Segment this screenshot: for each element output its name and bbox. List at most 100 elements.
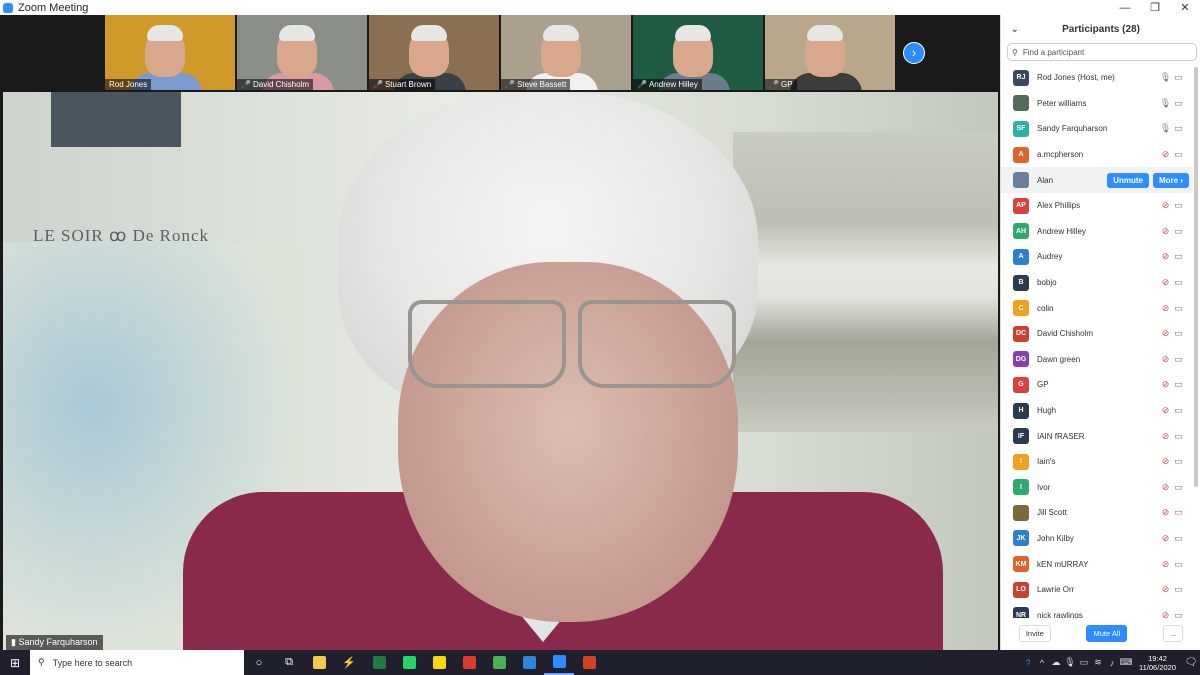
- excel-icon[interactable]: [364, 650, 394, 675]
- participant-row[interactable]: DC David Chisholm ⊘ ▭: [1001, 321, 1193, 347]
- mic-muted-icon[interactable]: ⊘: [1159, 251, 1172, 262]
- participant-thumbnail[interactable]: 🎤 Steve Bassett: [501, 15, 631, 90]
- file-explorer-icon[interactable]: [304, 650, 334, 675]
- participant-row[interactable]: H Hugh ⊘ ▭: [1001, 398, 1193, 424]
- participant-thumbnail[interactable]: 🎤 Andrew Hilley: [633, 15, 763, 90]
- mic-muted-icon[interactable]: ⊘: [1159, 431, 1172, 442]
- participant-row[interactable]: Jill Scott ⊘ ▭: [1001, 500, 1193, 526]
- close-button[interactable]: ✕: [1170, 1, 1200, 14]
- camera-icon[interactable]: ▭: [1172, 379, 1185, 390]
- camera-icon[interactable]: ▭: [1172, 405, 1185, 416]
- mic-icon[interactable]: 🎙︎: [1159, 98, 1172, 109]
- g-app-icon[interactable]: [454, 650, 484, 675]
- collapse-chevron-icon[interactable]: ⌄: [1011, 24, 1019, 35]
- windows-start-icon[interactable]: ⊞: [0, 656, 30, 670]
- mic-muted-icon[interactable]: ⊘: [1159, 482, 1172, 493]
- participant-row[interactable]: A Audrey ⊘ ▭: [1001, 244, 1193, 270]
- camera-icon[interactable]: ▭: [1172, 328, 1185, 339]
- more-button[interactable]: More ›: [1153, 172, 1189, 188]
- onedrive-icon[interactable]: ☁: [1049, 657, 1063, 668]
- whatsapp-icon[interactable]: [394, 650, 424, 675]
- mic-muted-icon[interactable]: ⊘: [1159, 559, 1172, 570]
- volume-icon[interactable]: ♪: [1105, 658, 1119, 668]
- mic-muted-icon[interactable]: ⊘: [1159, 277, 1172, 288]
- minimize-button[interactable]: —: [1110, 2, 1140, 14]
- participant-row[interactable]: I Iain's ⊘ ▭: [1001, 449, 1193, 475]
- help-icon[interactable]: ?: [1021, 658, 1035, 668]
- system-clock[interactable]: 19:42 11/06/2020: [1139, 654, 1176, 672]
- camera-icon[interactable]: ▭: [1172, 482, 1185, 493]
- chrome-icon[interactable]: [484, 650, 514, 675]
- camera-icon[interactable]: ▭: [1172, 226, 1185, 237]
- participant-list-scrollbar[interactable]: [1194, 67, 1198, 487]
- participant-row[interactable]: G GP ⊘ ▭: [1001, 372, 1193, 398]
- mic-muted-icon[interactable]: ⊘: [1159, 328, 1172, 339]
- participant-row[interactable]: SF Sandy Farquharson 🎙︎ ▭: [1001, 116, 1193, 142]
- camera-icon[interactable]: ▭: [1172, 123, 1185, 134]
- camera-off-icon[interactable]: ▭: [1172, 507, 1185, 518]
- participant-search-input[interactable]: ⚲ Find a participant: [1007, 43, 1197, 61]
- mic-muted-icon[interactable]: ⊘: [1159, 533, 1172, 544]
- camera-icon[interactable]: ▭: [1172, 98, 1185, 109]
- participant-thumbnail[interactable]: 🎤 GP: [765, 15, 895, 90]
- camera-icon[interactable]: ▭: [1172, 251, 1185, 262]
- participant-row[interactable]: Bbobjo ⊘ ▭: [1001, 270, 1193, 296]
- participant-row[interactable]: RJ Rod Jones (Host, me) 🎙︎ ▭: [1001, 65, 1193, 91]
- powerpoint-icon[interactable]: [574, 650, 604, 675]
- invite-button[interactable]: Invite: [1018, 624, 1051, 642]
- mic-muted-icon[interactable]: ⊘: [1159, 507, 1172, 518]
- taskbar-search-input[interactable]: ⚲ Type here to search: [30, 650, 244, 675]
- keyboard-icon[interactable]: ⌨: [1119, 657, 1133, 668]
- camera-icon[interactable]: ▭: [1172, 584, 1185, 595]
- participant-row[interactable]: Alan Unmute More ›: [1001, 167, 1193, 193]
- camera-icon[interactable]: ▭: [1172, 200, 1185, 211]
- participant-row[interactable]: Ccolin ⊘ ▭: [1001, 295, 1193, 321]
- active-speaker-video[interactable]: LE SOIR ꝏ De Ronck ▮ Sandy Farquharson: [3, 92, 998, 650]
- participant-thumbnail[interactable]: Rod Jones: [105, 15, 235, 90]
- camera-icon[interactable]: ▭: [1172, 533, 1185, 544]
- mic-muted-icon[interactable]: ⊘: [1159, 405, 1172, 416]
- camera-icon[interactable]: ▭: [1172, 277, 1185, 288]
- participant-row[interactable]: Aa.mcpherson ⊘ ▭: [1001, 142, 1193, 168]
- mic-muted-icon[interactable]: ⊘: [1159, 354, 1172, 365]
- participant-row[interactable]: IF IAIN fRASER ⊘ ▭: [1001, 423, 1193, 449]
- sticky-notes-icon[interactable]: [424, 650, 454, 675]
- app-bolt-icon[interactable]: ⚡: [334, 650, 364, 675]
- cortana-icon[interactable]: ○: [244, 650, 274, 675]
- tray-chevron-icon[interactable]: ^: [1035, 658, 1049, 668]
- next-page-button[interactable]: ›: [903, 42, 925, 64]
- participant-thumbnail[interactable]: 🎤 David Chisholm: [237, 15, 367, 90]
- camera-icon[interactable]: ▭: [1172, 559, 1185, 570]
- zoom-icon[interactable]: [544, 650, 574, 675]
- camera-icon[interactable]: ▭: [1172, 354, 1185, 365]
- mic-icon[interactable]: 🎙︎: [1159, 72, 1172, 83]
- mic-icon[interactable]: 🎙︎: [1159, 123, 1172, 134]
- mic-muted-icon[interactable]: ⊘: [1159, 456, 1172, 467]
- wifi-icon[interactable]: ≋: [1091, 657, 1105, 668]
- microphone-icon[interactable]: 🎙: [1063, 657, 1077, 668]
- mic-muted-icon[interactable]: ⊘: [1159, 200, 1172, 211]
- unmute-button[interactable]: Unmute: [1107, 172, 1149, 188]
- participant-row[interactable]: AH Andrew Hilley ⊘ ▭: [1001, 219, 1193, 245]
- camera-icon[interactable]: ▭: [1172, 431, 1185, 442]
- battery-icon[interactable]: ▭: [1077, 657, 1091, 668]
- mic-muted-icon[interactable]: ⊘: [1159, 226, 1172, 237]
- participant-row[interactable]: AP Alex Phillips ⊘ ▭: [1001, 193, 1193, 219]
- camera-icon[interactable]: ▭: [1172, 72, 1185, 83]
- participant-row[interactable]: I Ivor ⊘ ▭: [1001, 475, 1193, 501]
- participant-row[interactable]: JK John Kilby ⊘ ▭: [1001, 526, 1193, 552]
- participant-row[interactable]: Peter williams 🎙︎ ▭: [1001, 91, 1193, 117]
- mic-muted-icon[interactable]: ⊘: [1159, 584, 1172, 595]
- mute-all-button[interactable]: Mute All: [1086, 624, 1128, 642]
- store-icon[interactable]: [514, 650, 544, 675]
- mic-muted-icon[interactable]: ⊘: [1159, 149, 1172, 160]
- camera-icon[interactable]: ▭: [1172, 149, 1185, 160]
- camera-icon[interactable]: ▭: [1172, 303, 1185, 314]
- task-view-icon[interactable]: ⧉: [274, 650, 304, 675]
- participant-row[interactable]: KM kEN mURRAY ⊘ ▭: [1001, 551, 1193, 577]
- mic-muted-icon[interactable]: ⊘: [1159, 303, 1172, 314]
- mic-muted-icon[interactable]: ⊘: [1159, 379, 1172, 390]
- notification-center-icon[interactable]: 🗨: [1182, 657, 1200, 668]
- participant-row[interactable]: LO Lawrie Orr ⊘ ▭: [1001, 577, 1193, 603]
- more-options-button[interactable]: ...: [1162, 624, 1184, 642]
